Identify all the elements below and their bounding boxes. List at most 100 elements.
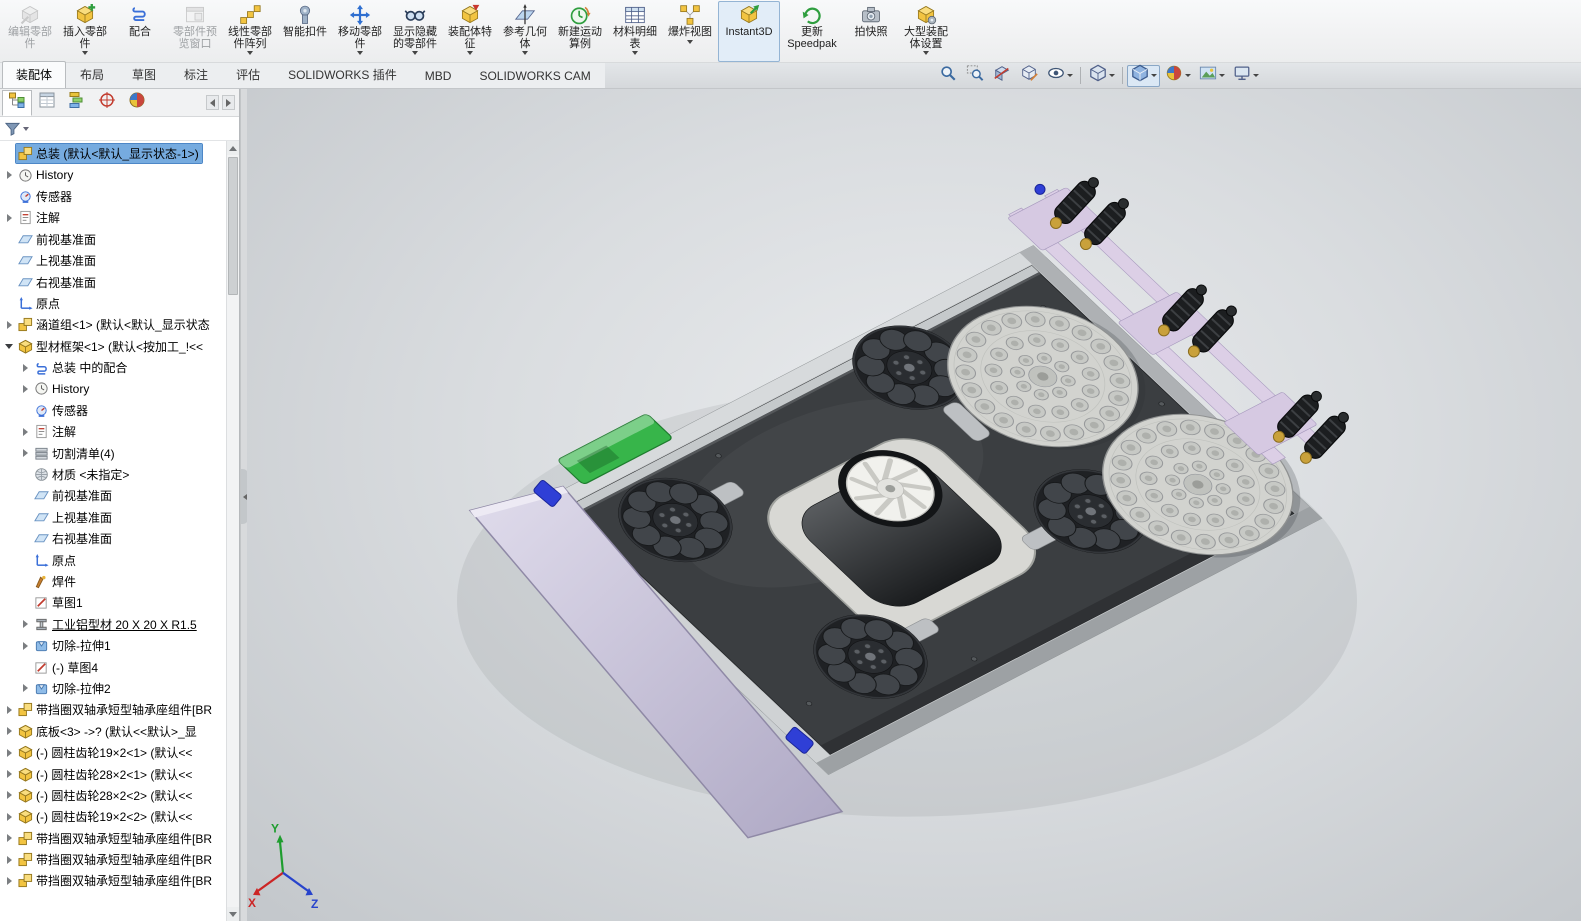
panel-scroll-left-button[interactable] <box>206 95 219 110</box>
expand-arrow[interactable] <box>2 727 16 736</box>
tree-item[interactable]: 注解 <box>0 207 226 228</box>
tree-scrollbar[interactable] <box>226 141 239 921</box>
large-assembly-settings-button[interactable]: 大型装配体设置 <box>899 1 953 62</box>
tree-item-content[interactable]: 焊件 <box>32 572 79 591</box>
move-component-button[interactable]: 移动零部件 <box>333 1 387 62</box>
tree-item-content[interactable]: 总装 中的配合 <box>32 358 130 377</box>
show-hidden-components-button[interactable]: 显示隐藏的零部件 <box>388 1 442 62</box>
tree-item-content[interactable]: 型材框架<1> (默认<按加工_!<< <box>16 337 206 356</box>
take-snapshot-button[interactable]: 拍快照 <box>844 1 898 62</box>
tree-item[interactable]: 带挡圈双轴承短型轴承座组件[BR <box>0 870 226 891</box>
tree-item-content[interactable]: (-) 圆柱齿轮28×2<2> (默认<< <box>16 786 195 805</box>
tree-item-content[interactable]: 上视基准面 <box>16 251 99 270</box>
tab-评估[interactable]: 评估 <box>222 61 274 88</box>
tree-item-content[interactable]: 传感器 <box>16 187 75 206</box>
tab-布局[interactable]: 布局 <box>66 61 118 88</box>
instant3d-button[interactable]: Instant3D <box>718 1 780 62</box>
tree-item-content[interactable]: 带挡圈双轴承短型轴承座组件[BR <box>16 850 215 869</box>
expand-arrow[interactable] <box>2 748 16 757</box>
expand-arrow[interactable] <box>2 770 16 779</box>
dropdown-caret-icon[interactable] <box>247 51 253 55</box>
tab-SOLIDWORKS 插件[interactable]: SOLIDWORKS 插件 <box>274 61 411 88</box>
tree-item[interactable]: (-) 圆柱齿轮19×2<1> (默认<< <box>0 742 226 763</box>
tree-item[interactable]: 切除-拉伸1 <box>0 635 226 656</box>
tree-item-content[interactable]: 切除-拉伸2 <box>32 679 114 698</box>
tree-item[interactable]: 总装 (默认<默认_显示状态-1>) <box>0 143 226 165</box>
tree-item[interactable]: 切除-拉伸2 <box>0 678 226 699</box>
tree-item-content[interactable]: 上视基准面 <box>32 508 115 527</box>
filter-dropdown-caret-icon[interactable] <box>23 126 29 131</box>
tree-item[interactable]: 上视基准面 <box>0 250 226 271</box>
reference-geometry-button[interactable]: 参考几何体 <box>498 1 552 62</box>
expand-arrow[interactable] <box>18 684 32 693</box>
blue-clip[interactable] <box>1034 183 1046 195</box>
tree-item[interactable]: 切割清单(4) <box>0 442 226 463</box>
linear-component-pattern-button[interactable]: 线性零部件阵列 <box>223 1 277 62</box>
tree-item-content[interactable]: 带挡圈双轴承短型轴承座组件[BR <box>16 871 215 890</box>
dropdown-caret-icon[interactable] <box>632 51 638 55</box>
tree-item-content[interactable]: 切除-拉伸1 <box>32 636 114 655</box>
tree-item-content[interactable]: 前视基准面 <box>16 230 99 249</box>
expand-arrow[interactable] <box>2 876 16 885</box>
dropdown-caret-icon[interactable] <box>357 51 363 55</box>
expand-arrow[interactable] <box>2 812 16 821</box>
dropdown-caret-icon[interactable] <box>1184 74 1191 77</box>
edit-component-button[interactable]: 编辑零部件 <box>3 1 57 62</box>
tree-item[interactable]: 带挡圈双轴承短型轴承座组件[BR <box>0 828 226 849</box>
tree-item[interactable]: 上视基准面 <box>0 507 226 528</box>
section-view-button[interactable] <box>989 65 1015 87</box>
tree-item[interactable]: 材质 <未指定> <box>0 464 226 485</box>
tree-item[interactable]: (-) 圆柱齿轮19×2<2> (默认<< <box>0 806 226 827</box>
tree-item[interactable]: 右视基准面 <box>0 528 226 549</box>
dropdown-caret-icon[interactable] <box>1218 74 1225 77</box>
expand-arrow[interactable] <box>2 705 16 714</box>
bill-of-materials-button[interactable]: 材料明细表 <box>608 1 662 62</box>
exploded-view-button[interactable]: 爆炸视图 <box>663 1 717 62</box>
propertymanager-tab[interactable] <box>32 90 62 116</box>
tree-item[interactable]: 焊件 <box>0 571 226 592</box>
featuremanager-tab[interactable] <box>2 89 32 116</box>
tree-item-content[interactable]: 传感器 <box>32 401 91 420</box>
tree-item[interactable]: 前视基准面 <box>0 229 226 250</box>
expand-arrow[interactable] <box>18 427 32 436</box>
tree-item[interactable]: 右视基准面 <box>0 271 226 292</box>
smart-fasteners-button[interactable]: 智能扣件 <box>278 1 332 62</box>
graphics-viewport[interactable]: X Y Z <box>247 89 1581 921</box>
tree-item[interactable]: 原点 <box>0 293 226 314</box>
tree-item[interactable]: History <box>0 378 226 399</box>
component-preview-window-button[interactable]: 零部件预览窗口 <box>168 1 222 62</box>
expand-arrow[interactable] <box>2 171 16 180</box>
tree-item-content[interactable]: History <box>32 380 92 398</box>
tree-item-content[interactable]: 带挡圈双轴承短型轴承座组件[BR <box>16 700 215 719</box>
tree-item-content[interactable]: 右视基准面 <box>32 529 115 548</box>
tree-item-content[interactable]: 前视基准面 <box>32 486 115 505</box>
tree-item[interactable]: 总装 中的配合 <box>0 357 226 378</box>
expand-arrow[interactable] <box>2 834 16 843</box>
mate-button[interactable]: 配合 <box>113 1 167 62</box>
tab-标注[interactable]: 标注 <box>170 61 222 88</box>
scroll-up-button[interactable] <box>227 141 239 155</box>
update-speedpak-button[interactable]: 更新 Speedpak <box>781 1 843 62</box>
tree-item-content[interactable]: 带挡圈双轴承短型轴承座组件[BR <box>16 829 215 848</box>
expand-arrow[interactable] <box>2 320 16 329</box>
tab-SOLIDWORKS CAM[interactable]: SOLIDWORKS CAM <box>465 64 604 88</box>
dropdown-caret-icon[interactable] <box>923 51 929 55</box>
tree-item-content[interactable]: 材质 <未指定> <box>32 465 132 484</box>
panel-scroll-right-button[interactable] <box>222 95 235 110</box>
tree-item-content[interactable]: 原点 <box>16 294 63 313</box>
tree-item[interactable]: 底板<3> ->? (默认<<默认>_显 <box>0 721 226 742</box>
zoom-to-area-button[interactable] <box>962 65 988 87</box>
tree-item-content[interactable]: History <box>16 166 76 184</box>
dropdown-caret-icon[interactable] <box>1252 74 1259 77</box>
scroll-thumb[interactable] <box>228 157 238 295</box>
expand-arrow[interactable] <box>18 384 32 393</box>
tree-item[interactable]: (-) 圆柱齿轮28×2<1> (默认<< <box>0 763 226 784</box>
expand-arrow[interactable] <box>2 855 16 864</box>
tree-item[interactable]: History <box>0 164 226 185</box>
tree-item[interactable]: 带挡圈双轴承短型轴承座组件[BR <box>0 699 226 720</box>
tab-MBD[interactable]: MBD <box>411 64 466 88</box>
tree-item-content[interactable]: 底板<3> ->? (默认<<默认>_显 <box>16 722 200 741</box>
dropdown-caret-icon[interactable] <box>82 51 88 55</box>
expand-arrow[interactable] <box>18 449 32 458</box>
tree-item-content[interactable]: 工业铝型材 20 X 20 X R1.5 <box>32 615 200 634</box>
